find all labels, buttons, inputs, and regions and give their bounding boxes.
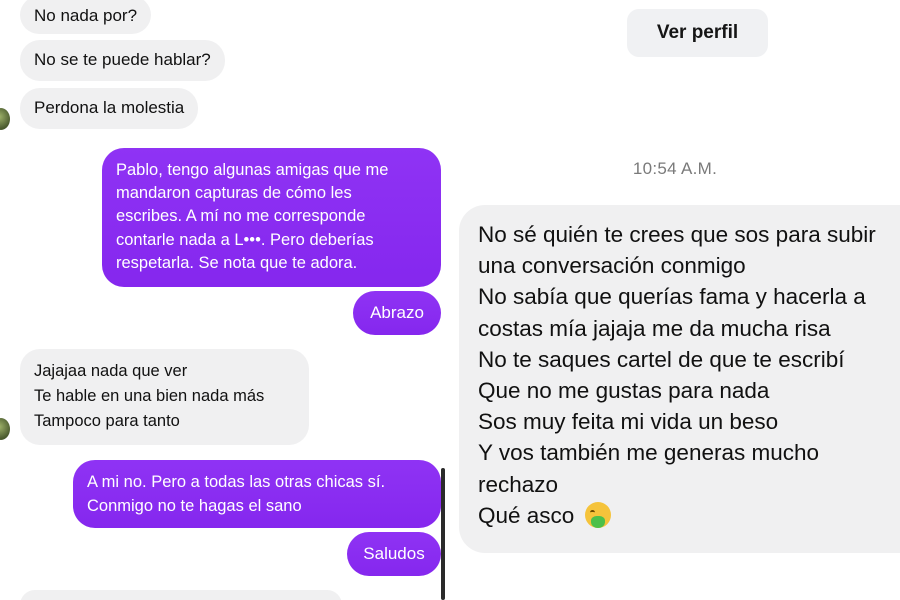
outgoing-message: Abrazo (353, 291, 441, 335)
message-text: una conversación conmigo (478, 253, 746, 279)
message-text: Qué asco (478, 502, 575, 528)
message-text: Saludos (363, 544, 425, 563)
message-text: Que no me gustas para nada (478, 378, 770, 404)
face-vomiting-icon (584, 501, 611, 528)
message-timestamp: 10:54 A.M. (632, 159, 718, 178)
contact-avatar[interactable] (0, 418, 10, 440)
message-text: Y vos también me generas mucho (478, 440, 820, 466)
message-text: Te hable en una bien nada más (34, 387, 265, 405)
message-text: escribes. A mí no me corresponde (116, 207, 366, 226)
message-text: Jajajaa nada que ver (34, 362, 188, 380)
message-text: No se te puede hablar? (34, 50, 211, 69)
incoming-message: No nada por? (20, 0, 152, 34)
message-text: Conmigo no te hagas el sano (87, 497, 302, 515)
message-text: No sé quién te crees que sos para subir (478, 222, 876, 247)
right-chat-screenshot: Ver perfil 10:54 A.M. No sé quién te cre… (450, 0, 900, 600)
message-text: costas mía jajaja me da mucha risa (478, 315, 831, 341)
message-text: Tampoco para tanto (34, 412, 180, 430)
message-text: respetarla. Se nota que te adora. (116, 253, 358, 272)
message-line-last: Qué asco (478, 500, 900, 531)
outgoing-message: Pablo, tengo algunas amigas que me manda… (102, 148, 441, 288)
left-chat-screenshot: No nada por? No se te puede hablar? Perd… (0, 0, 450, 600)
message-text: mandaron capturas de cómo les (116, 184, 352, 203)
incoming-message-partial (20, 590, 342, 600)
message-text: Perdona la molestia (34, 98, 185, 117)
incoming-message: No se te puede hablar? (20, 40, 225, 81)
scrollbar[interactable] (441, 468, 445, 600)
outgoing-message: Saludos (347, 532, 441, 576)
outgoing-message: A mi no. Pero a todas las otras chicas s… (73, 460, 441, 528)
view-profile-button[interactable]: Ver perfil (627, 9, 768, 57)
message-text: rechazo (478, 471, 559, 497)
incoming-message: Perdona la molestia (20, 88, 199, 129)
message-text: No te saques cartel de que te escribí (478, 346, 845, 372)
message-text: Abrazo (370, 303, 424, 322)
contact-avatar[interactable] (0, 108, 10, 130)
message-text: Pablo, tengo algunas amigas que me (116, 161, 389, 179)
message-text: A mi no. Pero a todas las otras chicas s… (87, 473, 386, 491)
incoming-message: No sé quién te crees que sos para subir … (459, 205, 900, 553)
message-text: No sabía que querías fama y hacerla a (478, 284, 866, 310)
incoming-message: Jajajaa nada que ver Te hable en una bie… (20, 349, 309, 445)
message-text: Sos muy feita mi vida un beso (478, 409, 779, 435)
message-text: contarle nada a L•••. Pero deberías (116, 230, 374, 249)
message-text: No nada por? (34, 6, 138, 25)
